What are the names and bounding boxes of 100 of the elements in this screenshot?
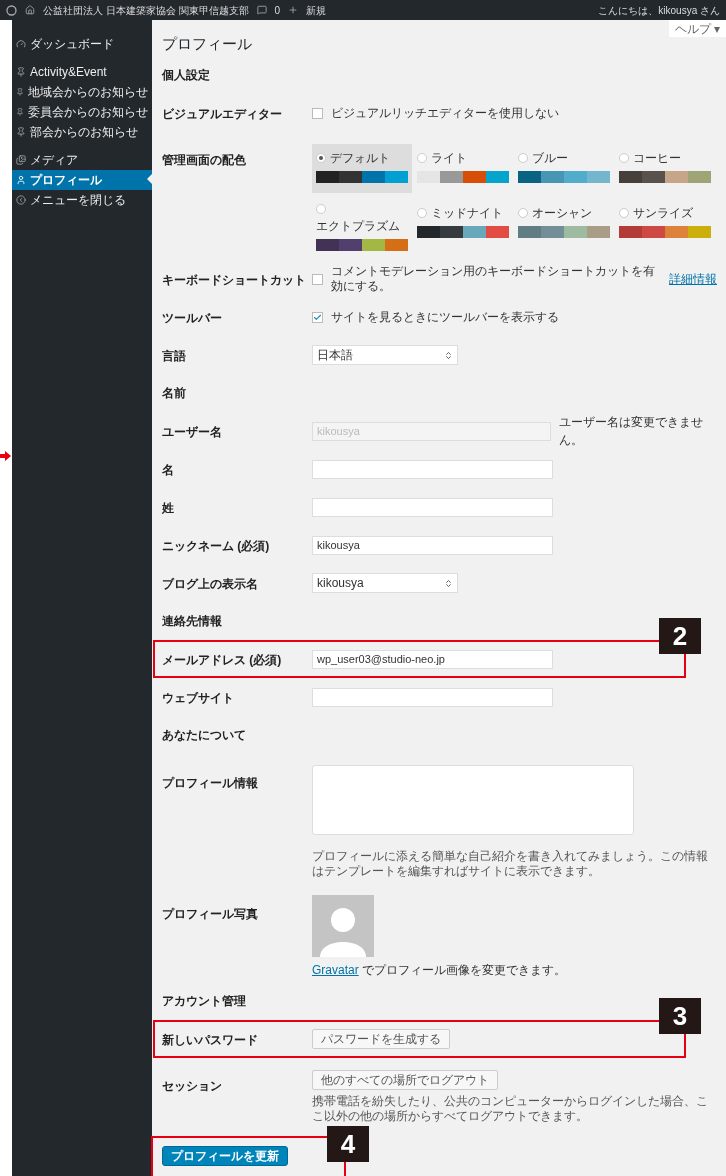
menu-label: プロフィール: [30, 172, 102, 189]
sidebar-item[interactable]: 委員会からのお知らせ: [12, 102, 152, 122]
pin-icon: [16, 107, 24, 117]
update-profile-button[interactable]: プロフィールを更新: [162, 1146, 288, 1166]
section-heading: あなたについて: [162, 727, 246, 744]
select-field[interactable]: 日本語: [312, 345, 458, 365]
textarea-field[interactable]: [312, 765, 634, 835]
radio-button[interactable]: [619, 207, 629, 218]
input-field[interactable]: wp_user03@studio-neo.jp: [312, 649, 553, 669]
sidebar-item[interactable]: メニューを閉じる: [12, 190, 152, 210]
sidebar-item[interactable]: メディア: [12, 150, 152, 170]
radio-button[interactable]: [417, 207, 427, 218]
scheme-name: ミッドナイト: [431, 204, 503, 222]
field-label: ブログ上の表示名: [162, 577, 258, 591]
radio-button[interactable]: [619, 153, 629, 163]
sidebar-item[interactable]: プロフィール: [12, 170, 152, 190]
field-label: メールアドレス (必須): [162, 653, 282, 667]
color-scheme-option[interactable]: コーヒー: [615, 144, 715, 193]
sidebar-item[interactable]: 地域会からのお知らせ: [12, 82, 152, 102]
color-scheme-option[interactable]: オーシャン: [514, 198, 614, 260]
menu-label: ダッシュボード: [30, 36, 114, 53]
radio-button[interactable]: [316, 153, 326, 163]
page-title: プロフィール: [162, 34, 252, 54]
field-note: ユーザー名は変更できません。: [559, 414, 705, 449]
callout-number: 4: [327, 1126, 369, 1162]
details-link[interactable]: 詳細情報: [669, 270, 717, 288]
home-icon: [25, 5, 35, 15]
checkbox-label: ビジュアルリッチエディターを使用しない: [331, 105, 559, 121]
sidebar-item[interactable]: ダッシュボード: [12, 34, 152, 54]
radio-button[interactable]: [417, 153, 427, 163]
secondary-button[interactable]: 他のすべての場所でログアウト: [312, 1070, 498, 1090]
color-scheme-option[interactable]: サンライズ: [615, 198, 715, 260]
input-value: kikousya: [317, 423, 360, 439]
scheme-name: サンライズ: [633, 204, 693, 222]
color-scheme-option[interactable]: エクトプラズム: [312, 198, 412, 260]
section-heading: 名前: [162, 385, 186, 402]
media-icon: [16, 155, 26, 165]
menu-label: メニューを閉じる: [30, 192, 126, 209]
menu-label: 地域会からのお知らせ: [28, 84, 148, 101]
checkbox[interactable]: [312, 107, 323, 119]
field-label: ビジュアルエディター: [162, 107, 282, 121]
sidebar-item[interactable]: 部会からのお知らせ: [12, 122, 152, 142]
select-value: 日本語: [317, 347, 353, 364]
greeting-link[interactable]: こんにちは、kikousya さん: [598, 2, 720, 18]
new-link[interactable]: 新規: [306, 2, 327, 18]
input-field[interactable]: kikousya: [312, 535, 553, 555]
field-label: キーボードショートカット: [162, 273, 306, 287]
scheme-name: デフォルト: [330, 150, 390, 167]
section-heading: アカウント管理: [162, 993, 246, 1010]
site-name-link[interactable]: 公益社団法人 日本建築家協会 関東甲信越支部: [43, 2, 249, 18]
checkbox-label: コメントモデレーション用のキーボードショートカットを有効にする。: [331, 264, 656, 294]
collapse-icon: [16, 195, 26, 205]
input-field[interactable]: [312, 497, 553, 517]
field-label: セッション: [162, 1079, 222, 1093]
menu-label: Activity&Event: [30, 64, 107, 81]
radio-button[interactable]: [518, 153, 528, 163]
sidebar-item[interactable]: Activity&Event: [12, 62, 152, 82]
radio-button[interactable]: [518, 207, 528, 218]
help-tab[interactable]: ヘルプ ▾: [668, 20, 726, 37]
user-icon: [16, 175, 26, 185]
plus-icon: [288, 5, 299, 15]
dashboard-icon: [16, 39, 26, 49]
section-heading: 連絡先情報: [162, 613, 222, 630]
scheme-name: ライト: [431, 150, 467, 167]
input-field[interactable]: [312, 687, 553, 707]
field-note: プロフィールに添える簡単な自己紹介を書き入れてみましょう。この情報はテンプレートを編集すればサイトに表示できます。: [312, 849, 709, 879]
scheme-name: ブルー: [532, 150, 568, 167]
gravatar-link[interactable]: Gravatar: [312, 963, 359, 977]
input-field[interactable]: [312, 459, 553, 479]
logo-icon[interactable]: [6, 4, 17, 16]
avatar-note: Gravatar でプロフィール画像を変更できます。: [312, 962, 567, 979]
select-value: kikousya: [317, 575, 364, 592]
field-label: プロフィール情報: [162, 776, 258, 790]
check-icon: [313, 312, 322, 322]
updown-icon: [444, 578, 453, 588]
secondary-button[interactable]: パスワードを生成する: [312, 1029, 450, 1049]
field-label: 管理画面の配色: [162, 153, 246, 167]
checkbox[interactable]: [312, 273, 323, 285]
select-field[interactable]: kikousya: [312, 573, 458, 593]
color-scheme-option[interactable]: ブルー: [514, 144, 614, 193]
color-scheme-option[interactable]: デフォルト: [312, 144, 412, 193]
checkbox[interactable]: [312, 311, 323, 323]
comment-count[interactable]: 0: [274, 2, 281, 18]
input-value: kikousya: [317, 537, 360, 553]
field-label: プロフィール写真: [162, 907, 258, 921]
menu-label: 委員会からのお知らせ: [28, 104, 148, 121]
radio-button[interactable]: [316, 203, 326, 214]
menu-label: 部会からのお知らせ: [30, 124, 138, 141]
pin-icon: [16, 67, 26, 77]
comment-icon: [256, 5, 267, 15]
color-scheme-option[interactable]: ミッドナイト: [413, 198, 513, 260]
pin-icon: [16, 127, 26, 137]
field-label: 姓: [162, 501, 174, 515]
arrow-icon: [0, 450, 12, 462]
color-scheme-option[interactable]: ライト: [413, 144, 513, 193]
input-value: wp_user03@studio-neo.jp: [317, 651, 445, 667]
scheme-name: コーヒー: [633, 150, 681, 167]
menu-label: メディア: [30, 152, 78, 169]
section-heading: 個人設定: [162, 67, 210, 84]
field-label: ツールバー: [162, 311, 222, 325]
